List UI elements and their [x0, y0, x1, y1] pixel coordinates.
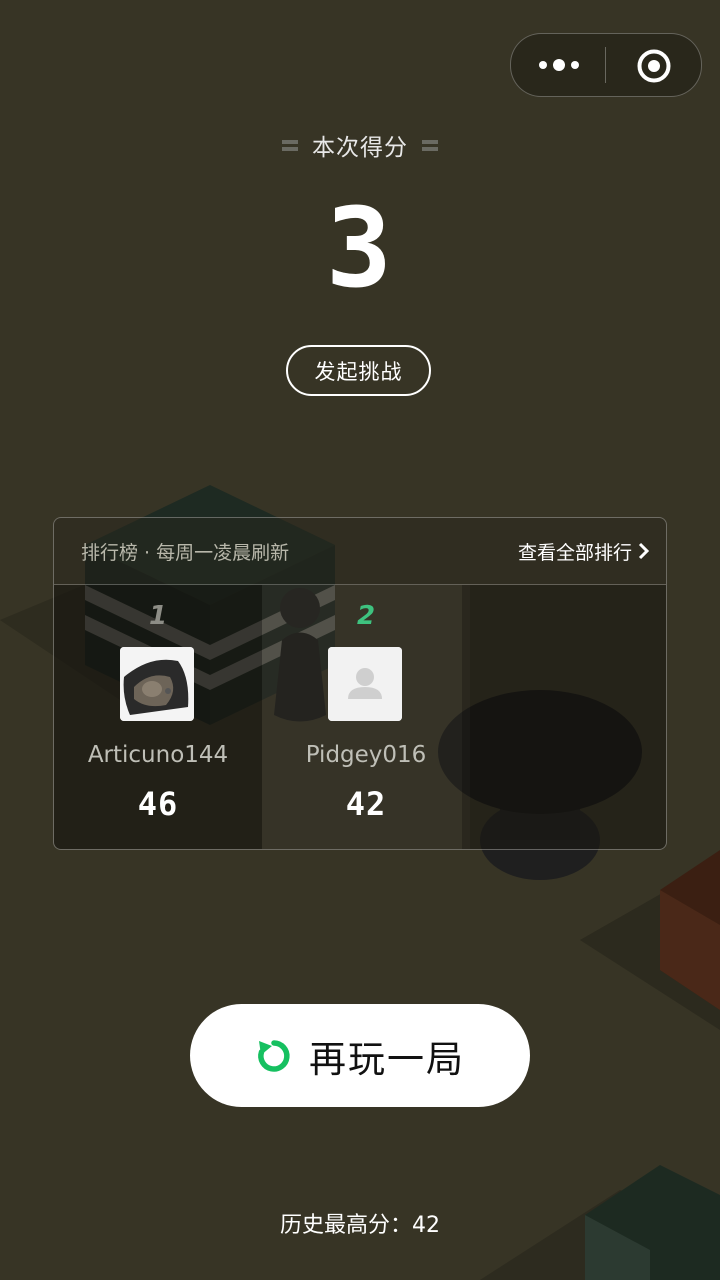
leaderboard-empty-slot: [462, 585, 666, 849]
equals-deco-icon: [422, 138, 438, 152]
score-label: 本次得分: [312, 135, 408, 161]
player-name: Pidgey016: [305, 742, 427, 768]
default-user-icon: [328, 647, 402, 721]
rank-number: 1: [148, 601, 168, 631]
leaderboard-list: 1 Articuno144 46 2 Pidgey016 42: [54, 585, 666, 849]
view-all-label: 查看全部排行: [517, 541, 632, 564]
best-score: 历史最高分：42: [280, 1213, 440, 1238]
avatar: [120, 647, 194, 721]
leaderboard-entry[interactable]: 2 Pidgey016 42: [262, 585, 470, 849]
player-name: Articuno144: [87, 742, 229, 768]
more-dots-icon[interactable]: [537, 54, 583, 76]
target-icon[interactable]: [637, 49, 671, 83]
player-score: 42: [345, 785, 387, 823]
leaderboard-title: 排行榜 · 每周一凌晨刷新: [81, 541, 290, 564]
chevron-right-icon: [638, 542, 650, 560]
current-score-value: 3: [326, 202, 392, 300]
view-all-rankings-link[interactable]: 查看全部排行: [518, 538, 650, 565]
avatar: [328, 647, 402, 721]
equals-deco-icon: [282, 138, 298, 152]
avatar-photo-icon: [120, 647, 194, 721]
leaderboard-header: 排行榜 · 每周一凌晨刷新 查看全部排行: [54, 518, 666, 585]
play-again-label: 再玩一局: [309, 1037, 465, 1081]
play-again-button[interactable]: 再玩一局: [190, 1004, 530, 1107]
replay-arrow-icon: [258, 1039, 290, 1072]
score-header: 本次得分: [0, 130, 720, 161]
leaderboard-panel: 排行榜 · 每周一凌晨刷新 查看全部排行 1 Articuno144 46 2 …: [53, 517, 667, 850]
current-score: 3: [326, 202, 392, 300]
leaderboard-entry[interactable]: 1 Articuno144 46: [54, 585, 262, 849]
rank-number: 2: [356, 601, 376, 631]
capsule-divider: [605, 47, 606, 83]
miniprogram-capsule: [510, 33, 702, 97]
start-challenge-button[interactable]: 发起挑战: [286, 345, 431, 396]
player-score: 46: [137, 785, 179, 823]
